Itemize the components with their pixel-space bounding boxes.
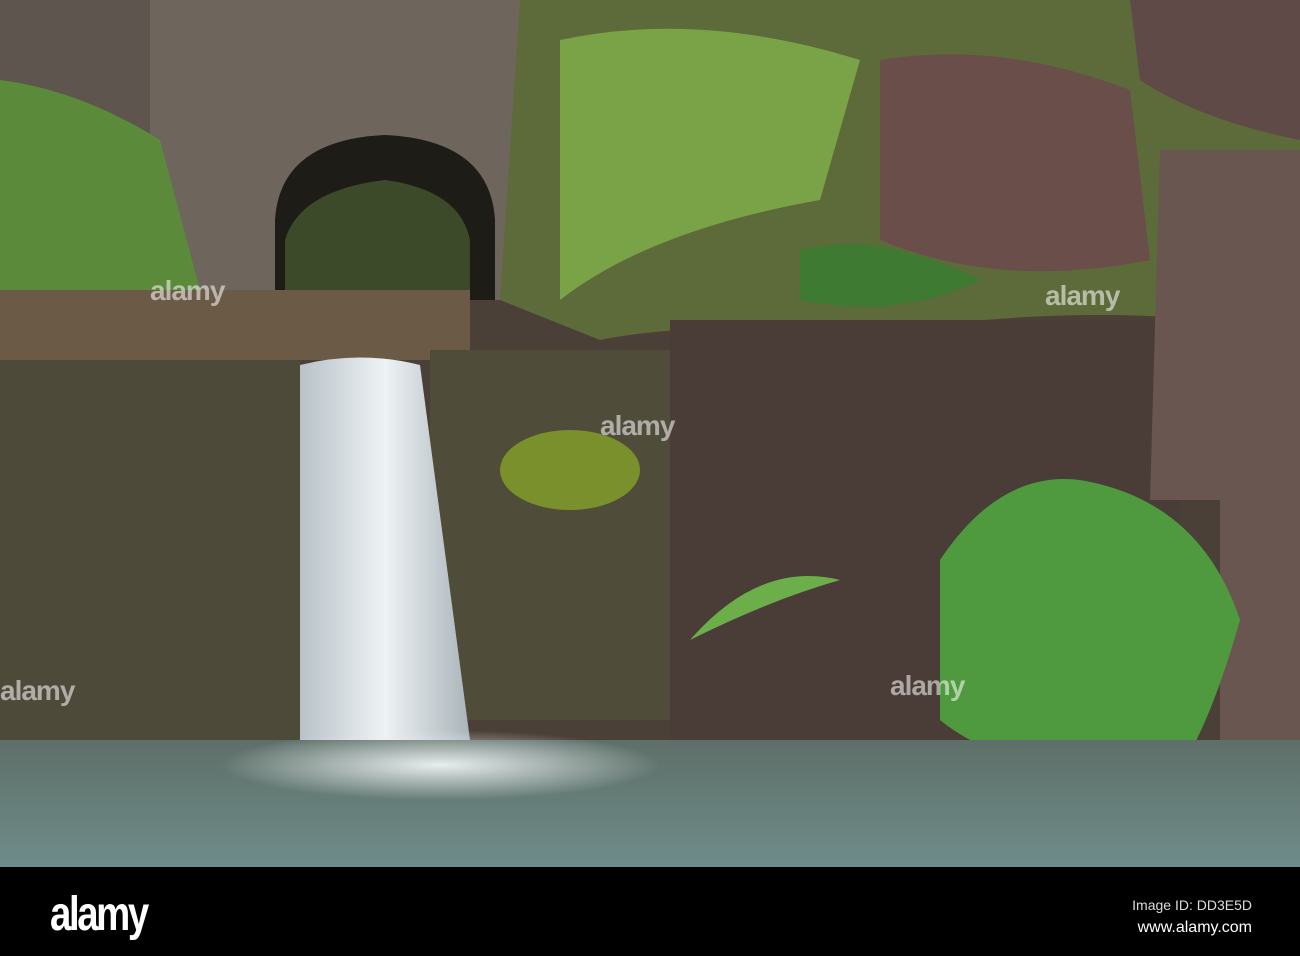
moss-patch (500, 430, 640, 510)
image-id: Image ID: DD3E5D (1132, 897, 1252, 913)
heather (880, 54, 1150, 272)
stock-photo: alamy alamy alamy alamy alamy alamy Imag… (0, 0, 1300, 956)
site-url: www.alamy.com (1137, 919, 1252, 936)
footer-bar: alamy Image ID: DD3E5D www.alamy.com (0, 867, 1300, 956)
watermark: alamy (890, 670, 965, 701)
watermark: alamy (600, 410, 675, 441)
watermark: alamy (1045, 280, 1120, 311)
alamy-logo: alamy (50, 888, 149, 941)
rock-ledge (0, 290, 470, 360)
rock-center (430, 350, 670, 720)
watermark: alamy (150, 275, 225, 306)
foam (220, 730, 660, 800)
watermark: alamy (0, 675, 75, 706)
